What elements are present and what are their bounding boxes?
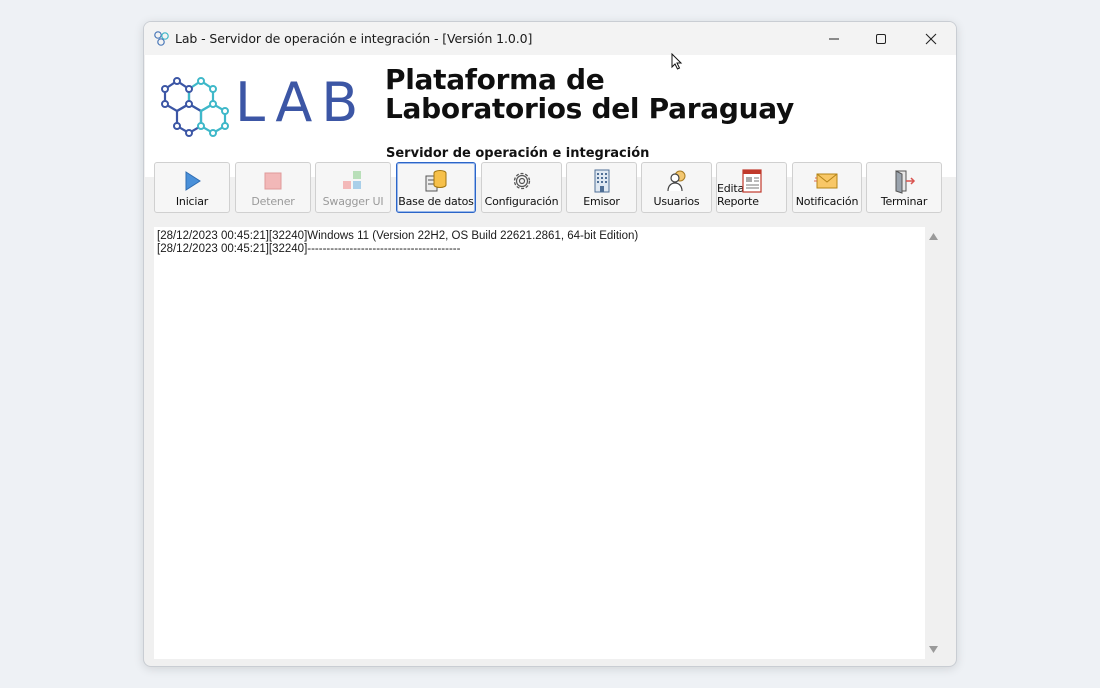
building-icon xyxy=(594,169,609,193)
notification-label: Notificación xyxy=(795,195,859,208)
maximize-icon xyxy=(876,33,886,44)
exit-button[interactable]: Terminar xyxy=(866,162,942,213)
stop-button[interactable]: Detener xyxy=(235,162,311,213)
app-logo-icon xyxy=(154,31,169,46)
exit-door-icon xyxy=(895,170,916,194)
window-title: Lab - Servidor de operación e integració… xyxy=(175,31,533,46)
swagger-ui-button[interactable]: Swagger UI xyxy=(315,162,391,213)
settings-label: Configuración xyxy=(484,195,559,208)
notification-button[interactable]: Notificación xyxy=(792,162,862,213)
issuer-button[interactable]: Emisor xyxy=(566,162,637,213)
report-icon xyxy=(741,169,762,193)
users-icon xyxy=(666,170,685,192)
issuer-label: Emisor xyxy=(583,195,620,208)
play-icon xyxy=(185,171,201,191)
stop-icon xyxy=(264,172,282,190)
toolbar: Iniciar Detener Swagger UI Base de datos… xyxy=(144,162,956,214)
start-button[interactable]: Iniciar xyxy=(154,162,230,213)
molecule-logo-icon xyxy=(161,77,229,137)
settings-button[interactable]: Configuración xyxy=(481,162,562,213)
users-label: Usuarios xyxy=(653,195,700,208)
swagger-ui-label: Swagger UI xyxy=(322,195,384,208)
banner-title-line1: Plataforma de xyxy=(385,63,605,96)
gear-icon xyxy=(513,172,530,190)
scroll-up-arrow-icon[interactable] xyxy=(929,233,938,240)
log-lines: [28/12/2023 00:45:21][32240]Windows 11 (… xyxy=(154,230,638,256)
close-button[interactable] xyxy=(908,22,954,55)
header-banner: LAB Plataforma de Laboratorios del Parag… xyxy=(145,55,956,177)
users-button[interactable]: Usuarios xyxy=(641,162,712,213)
database-label: Base de datos xyxy=(398,195,474,208)
banner-subtitle: Servidor de operación e integración xyxy=(386,146,650,161)
stop-label: Detener xyxy=(251,195,295,208)
banner-title: Plataforma de Laboratorios del Paraguay xyxy=(385,65,794,123)
close-icon xyxy=(925,33,937,44)
log-line: [28/12/2023 00:45:21][32240]------------… xyxy=(157,243,461,255)
blocks-icon xyxy=(343,171,361,189)
database-button[interactable]: Base de datos xyxy=(396,162,476,213)
database-icon xyxy=(425,170,447,192)
edit-report-button[interactable]: Editar Reporte xyxy=(716,162,787,213)
envelope-icon xyxy=(814,173,838,189)
start-label: Iniciar xyxy=(175,195,209,208)
logo-wordmark: LAB xyxy=(235,71,368,134)
exit-label: Terminar xyxy=(880,195,928,208)
scroll-down-arrow-icon[interactable] xyxy=(929,646,938,653)
minimize-button[interactable] xyxy=(811,22,857,55)
minimize-icon xyxy=(829,38,839,39)
log-output[interactable]: [28/12/2023 00:45:21][32240]Windows 11 (… xyxy=(154,227,925,659)
mouse-cursor-icon xyxy=(671,53,683,70)
title-bar[interactable]: Lab - Servidor de operación e integració… xyxy=(144,22,956,55)
app-window: Lab - Servidor de operación e integració… xyxy=(143,21,957,667)
maximize-button[interactable] xyxy=(858,22,904,55)
banner-title-line2: Laboratorios del Paraguay xyxy=(385,92,794,125)
log-line: [28/12/2023 00:45:21][32240]Windows 11 (… xyxy=(157,230,639,242)
vertical-scrollbar[interactable] xyxy=(925,227,942,659)
